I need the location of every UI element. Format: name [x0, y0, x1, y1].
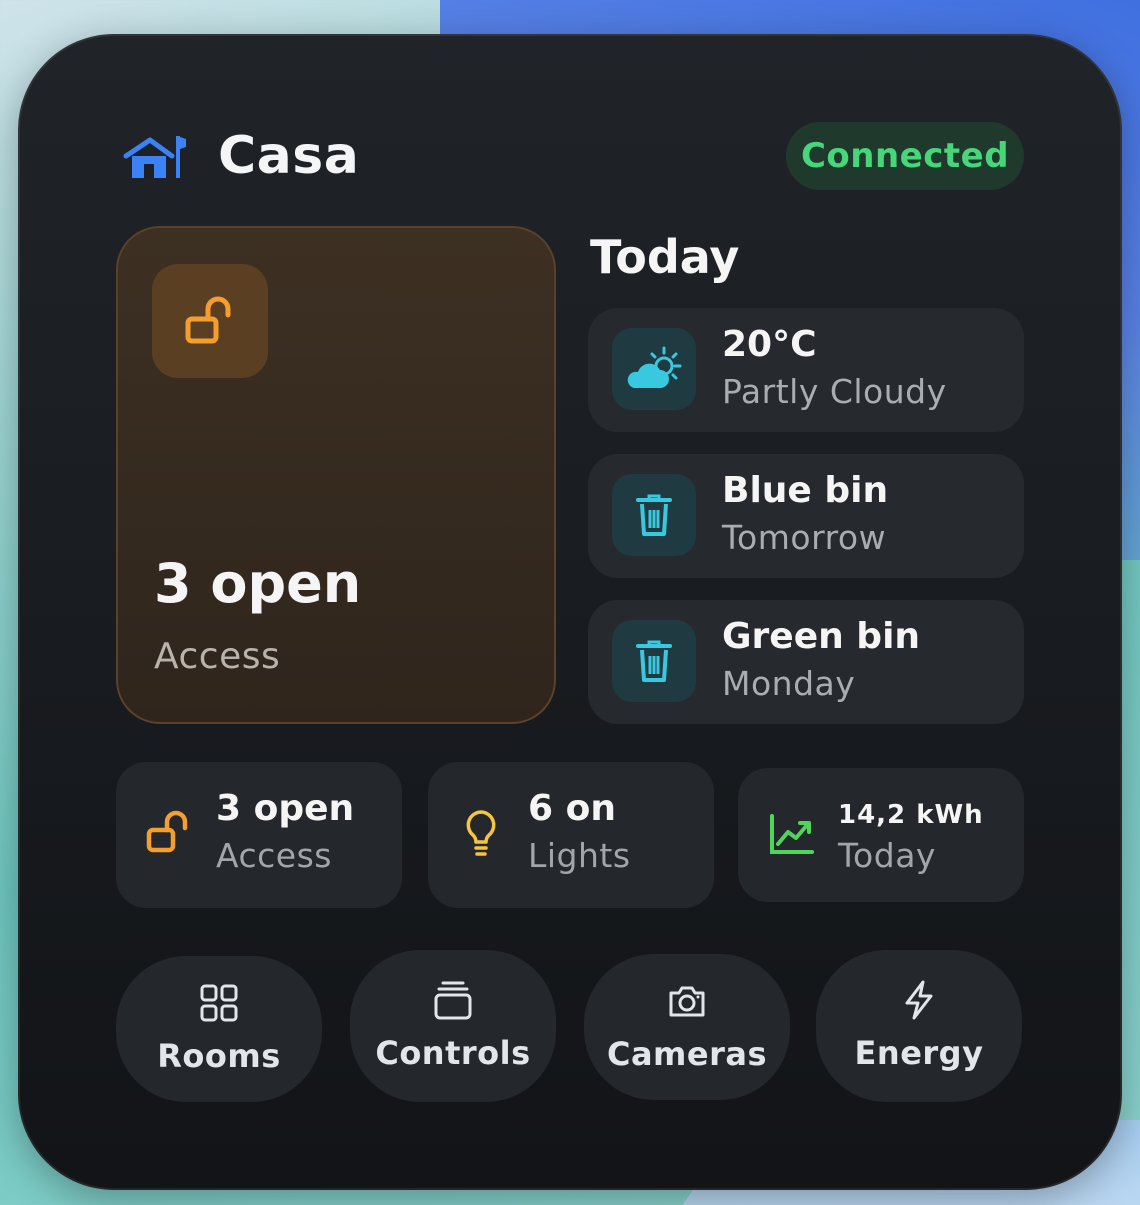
camera-icon	[669, 986, 705, 1017]
weather-icon-box	[612, 328, 696, 410]
lights-stat-value: 6 on	[528, 788, 616, 829]
access-icon-box	[152, 264, 268, 378]
unlocked-padlock-icon	[185, 296, 231, 344]
nav-controls-button[interactable]: Controls	[350, 950, 556, 1102]
access-stat-value: 3 open	[216, 788, 355, 829]
lightbulb-icon	[466, 810, 496, 856]
blue-bin-title: Blue bin	[722, 470, 889, 511]
access-stat-label: Access	[216, 836, 332, 875]
nav-energy-label: Energy	[854, 1034, 984, 1072]
access-stat-card[interactable]: 3 open Access	[116, 762, 402, 908]
app-title: Casa	[218, 126, 360, 186]
lights-stat-card[interactable]: 6 on Lights	[428, 762, 714, 908]
today-heading: Today	[590, 230, 740, 284]
home-widget: Casa Connected 3 open Access Today 20°C …	[18, 34, 1122, 1190]
green-bin-day: Monday	[722, 664, 856, 703]
access-open-count: 3 open	[154, 552, 362, 615]
nav-cameras-label: Cameras	[606, 1035, 768, 1073]
energy-stat-label: Today	[838, 836, 936, 875]
weather-temperature: 20°C	[722, 324, 817, 365]
blue-bin-day: Tomorrow	[722, 518, 887, 557]
blue-bin-card[interactable]: Blue bin Tomorrow	[588, 454, 1024, 578]
trash-bin-icon	[636, 494, 672, 536]
unlocked-padlock-icon	[146, 810, 188, 853]
stack-icon	[434, 981, 472, 1020]
connection-status-badge: Connected	[786, 122, 1024, 190]
nav-energy-button[interactable]: Energy	[816, 950, 1022, 1102]
nav-cameras-button[interactable]: Cameras	[584, 954, 790, 1100]
blue-bin-icon-box	[612, 474, 696, 556]
energy-stat-card[interactable]: 14,2 kWh Today	[738, 768, 1024, 902]
green-bin-icon-box	[612, 620, 696, 702]
nav-controls-label: Controls	[375, 1034, 531, 1072]
nav-rooms-button[interactable]: Rooms	[116, 956, 322, 1102]
nav-rooms-label: Rooms	[157, 1037, 281, 1075]
weather-condition: Partly Cloudy	[722, 372, 947, 411]
green-bin-title: Green bin	[722, 616, 921, 657]
chart-trend-icon	[770, 814, 814, 854]
trash-bin-icon	[636, 640, 672, 682]
access-summary-card[interactable]: 3 open Access	[116, 226, 556, 724]
house-flag-icon	[123, 136, 186, 178]
energy-stat-value: 14,2 kWh	[838, 800, 984, 830]
grid-icon	[200, 984, 238, 1022]
lights-stat-label: Lights	[528, 836, 631, 875]
lightning-bolt-icon	[905, 980, 933, 1020]
green-bin-card[interactable]: Green bin Monday	[588, 600, 1024, 724]
partly-cloudy-icon	[627, 346, 682, 388]
weather-card[interactable]: 20°C Partly Cloudy	[588, 308, 1024, 432]
access-label: Access	[154, 636, 281, 677]
